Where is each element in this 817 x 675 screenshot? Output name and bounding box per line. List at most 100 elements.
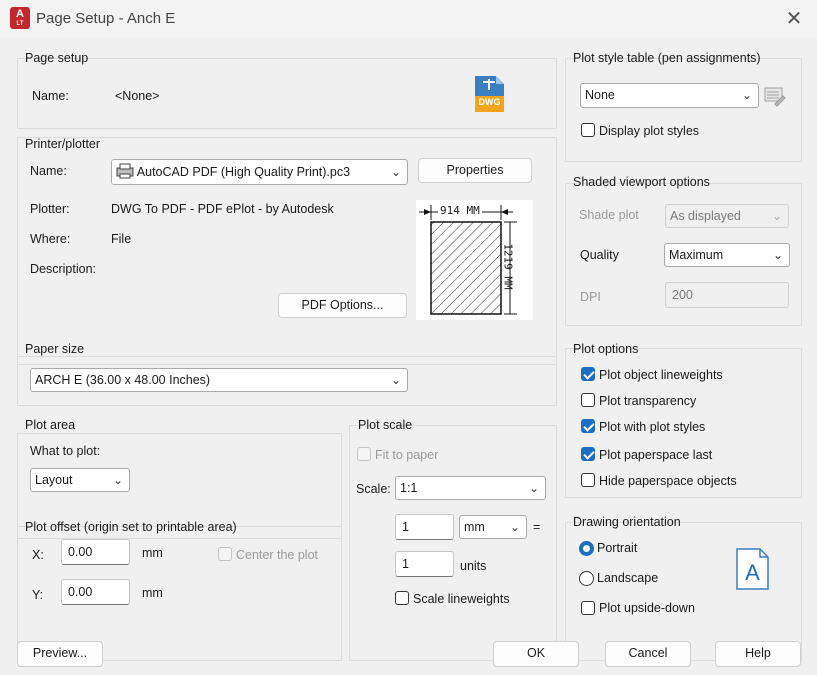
offset-y-input[interactable]: 0.00	[61, 579, 130, 605]
dpi-label: DPI	[580, 290, 601, 304]
where-value: File	[111, 232, 132, 246]
properties-button[interactable]: Properties	[418, 158, 532, 183]
printer-name-value: AutoCAD PDF (High Quality Print).pc3	[136, 165, 351, 179]
shade-plot-select[interactable]: As displayed ⌄	[665, 204, 789, 228]
display-plot-styles-label: Display plot styles	[599, 124, 700, 138]
paper-size-select[interactable]: ARCH E (36.00 x 48.00 Inches) ⌄	[30, 368, 408, 392]
offset-y-label: Y:	[32, 588, 44, 602]
where-label: Where:	[30, 232, 71, 246]
printer-name-select[interactable]: AutoCAD PDF (High Quality Print).pc3 ⌄	[111, 159, 408, 185]
chevron-down-icon: ⌄	[112, 473, 123, 487]
plot-style-select[interactable]: None ⌄	[580, 83, 759, 108]
plot-option-checkbox[interactable]	[581, 419, 595, 433]
paper-size-value: ARCH E (36.00 x 48.00 Inches)	[35, 373, 211, 387]
printer-plotter-title: Printer/plotter	[25, 137, 101, 151]
portrait-label: Portrait	[597, 541, 638, 555]
chevron-down-icon: ⌄	[390, 165, 401, 179]
scale-unit-value: mm	[464, 520, 485, 534]
scale-select[interactable]: 1:1 ⌄	[395, 476, 546, 500]
offset-y-unit: mm	[142, 586, 163, 600]
plot-style-table-group	[565, 58, 802, 162]
scale-value1-input[interactable]: 1	[395, 514, 454, 540]
plot-area-title: Plot area	[25, 418, 76, 432]
plotter-printer-icon	[116, 163, 134, 179]
chevron-down-icon: ⌄	[390, 373, 401, 387]
description-label: Description:	[30, 262, 96, 276]
paper-preview: 914 MM 1219 MM	[416, 200, 533, 320]
scale-unit-select[interactable]: mm ⌄	[459, 515, 527, 539]
scale-equals: =	[533, 520, 541, 534]
plot-option-checkbox[interactable]	[581, 447, 595, 461]
close-icon[interactable]: ✕	[781, 6, 807, 32]
plot-option-label: Plot paperspace last	[599, 448, 713, 462]
fit-to-paper-checkbox[interactable]	[357, 447, 371, 461]
chevron-down-icon: ⌄	[771, 209, 782, 223]
ok-button[interactable]: OK	[493, 641, 579, 667]
what-to-plot-value: Layout	[35, 473, 73, 487]
plot-option-checkbox[interactable]	[581, 367, 595, 381]
plot-upside-down-label: Plot upside-down	[599, 601, 695, 615]
plot-upside-down-checkbox[interactable]	[581, 601, 595, 615]
scale-value: 1:1	[400, 481, 418, 495]
title-bar: A LT Page Setup - Anch E ✕	[0, 0, 817, 38]
shade-plot-value: As displayed	[670, 209, 741, 223]
quality-value: Maximum	[669, 248, 724, 262]
cancel-button[interactable]: Cancel	[605, 641, 691, 667]
shade-plot-label: Shade plot	[579, 208, 639, 222]
plot-option-label: Hide paperspace objects	[599, 474, 737, 488]
plot-option-label: Plot object lineweights	[599, 368, 723, 382]
center-plot-label: Center the plot	[236, 548, 318, 562]
quality-select[interactable]: Maximum ⌄	[664, 243, 790, 267]
printer-name-label: Name:	[30, 164, 67, 178]
plot-option-label: Plot transparency	[599, 394, 697, 408]
pdf-options-button[interactable]: PDF Options...	[278, 293, 407, 318]
plot-options-title: Plot options	[573, 342, 639, 356]
preview-button[interactable]: Preview...	[17, 641, 103, 667]
plot-offset-title: Plot offset (origin set to printable are…	[25, 520, 237, 534]
plot-style-table-title: Plot style table (pen assignments)	[573, 51, 761, 65]
quality-label: Quality	[580, 248, 619, 262]
autocad-app-icon: A LT	[10, 7, 30, 29]
offset-x-label: X:	[32, 548, 44, 562]
dwg-file-icon-label: DWG	[478, 97, 501, 107]
portrait-page-letter: A	[745, 560, 760, 585]
portrait-radio[interactable]	[579, 541, 594, 556]
plot-option-checkbox[interactable]	[581, 393, 595, 407]
plot-scale-title: Plot scale	[358, 418, 413, 432]
edit-plot-style-icon[interactable]	[763, 84, 787, 108]
scale-lineweights-label: Scale lineweights	[413, 592, 510, 606]
landscape-label: Landscape	[597, 571, 659, 585]
paper-size-title: Paper size	[25, 342, 85, 356]
chevron-down-icon: ⌄	[772, 248, 783, 262]
offset-x-unit: mm	[142, 546, 163, 560]
help-button[interactable]: Help	[715, 641, 801, 667]
scale-label: Scale:	[356, 482, 391, 496]
chevron-down-icon: ⌄	[528, 481, 539, 495]
page-setup-title: Page setup	[25, 51, 89, 65]
what-to-plot-select[interactable]: Layout ⌄	[30, 468, 130, 492]
page-setup-name-label: Name:	[32, 89, 69, 103]
page-setup-name-value: <None>	[115, 89, 160, 103]
portrait-page-icon: A	[736, 548, 769, 590]
plot-style-value: None	[585, 88, 615, 102]
scale-value2-input[interactable]: 1	[395, 551, 454, 577]
display-plot-styles-checkbox[interactable]	[581, 123, 595, 137]
scale-units-label: units	[460, 559, 487, 573]
drawing-orientation-title: Drawing orientation	[573, 515, 681, 529]
window-title: Page Setup - Anch E	[36, 10, 176, 27]
preview-height-label: 1219 MM	[501, 243, 515, 290]
center-plot-checkbox[interactable]	[218, 547, 232, 561]
dpi-input[interactable]: 200	[665, 282, 789, 308]
chevron-down-icon: ⌄	[509, 520, 520, 534]
plotter-label: Plotter:	[30, 202, 70, 216]
offset-x-input[interactable]: 0.00	[61, 539, 130, 565]
fit-to-paper-label: Fit to paper	[375, 448, 439, 462]
plot-option-checkbox[interactable]	[581, 473, 595, 487]
shaded-viewport-title: Shaded viewport options	[573, 175, 710, 189]
plot-option-label: Plot with plot styles	[599, 420, 706, 434]
landscape-radio[interactable]	[579, 571, 594, 586]
plotter-value: DWG To PDF - PDF ePlot - by Autodesk	[111, 202, 334, 216]
dwg-file-icon: DWG	[473, 75, 505, 113]
preview-width-label: 914 MM	[438, 204, 482, 217]
scale-lineweights-checkbox[interactable]	[395, 591, 409, 605]
